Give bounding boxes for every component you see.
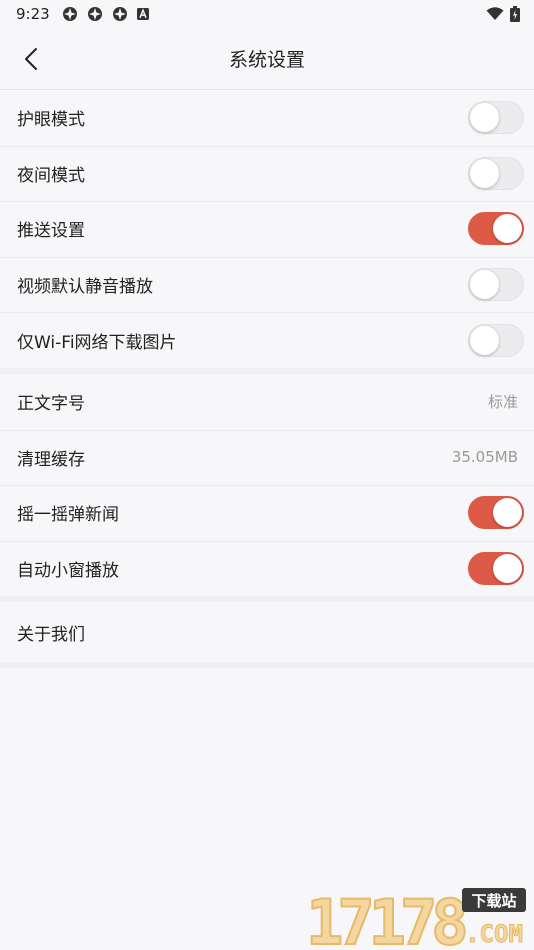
setting-row-shake-news[interactable]: 摇一摇弹新闻 xyxy=(0,485,534,541)
app-notification-icon xyxy=(112,7,127,21)
toggle-knob xyxy=(470,158,499,188)
status-time: 9:23 xyxy=(16,5,50,23)
page-title: 系统设置 xyxy=(228,49,305,71)
app-notification-icon xyxy=(87,7,102,21)
setting-label: 关于我们 xyxy=(17,624,85,645)
settings-group-general: 正文字号 标准 清理缓存 35.05MB 摇一摇弹新闻 自动小窗播放 xyxy=(0,373,534,597)
app-notification-icon xyxy=(62,7,77,21)
setting-label: 护眼模式 xyxy=(17,110,85,131)
setting-label: 清理缓存 xyxy=(17,449,85,470)
battery-icon xyxy=(510,6,520,22)
watermark-badge: 下载站 xyxy=(471,892,516,910)
setting-row-about[interactable]: 关于我们 xyxy=(0,602,534,662)
settings-group-about: 关于我们 xyxy=(0,602,534,663)
settings-group-display: 护眼模式 夜间模式 推送设置 视频默认静音播放 仅Wi-Fi网络下载图片 xyxy=(0,90,534,368)
nav-header: 系统设置 xyxy=(0,28,534,90)
setting-label: 摇一摇弹新闻 xyxy=(17,505,119,526)
toggle-knob xyxy=(493,214,522,244)
status-bar: 9:23 xyxy=(0,0,534,28)
setting-row-font-size[interactable]: 正文字号 标准 xyxy=(0,374,534,430)
shake-news-toggle[interactable] xyxy=(468,496,524,530)
watermark-digits: 17178 xyxy=(306,886,465,950)
toggle-knob xyxy=(493,554,522,584)
setting-row-night-mode[interactable]: 夜间模式 xyxy=(0,145,534,202)
setting-label: 推送设置 xyxy=(17,221,85,242)
setting-label: 自动小窗播放 xyxy=(17,561,119,582)
toggle-knob xyxy=(493,498,522,528)
push-toggle[interactable] xyxy=(468,212,524,246)
setting-row-push[interactable]: 推送设置 xyxy=(0,201,534,257)
setting-label: 正文字号 xyxy=(17,394,85,415)
toggle-knob xyxy=(470,325,499,355)
cache-size-value: 35.05MB xyxy=(451,448,518,467)
wifi-icon xyxy=(486,7,504,20)
setting-label: 视频默认静音播放 xyxy=(17,277,153,298)
toggle-knob xyxy=(470,103,499,133)
a-badge-icon xyxy=(136,8,149,20)
chevron-left-icon xyxy=(25,48,37,70)
wifi-images-toggle[interactable] xyxy=(468,323,524,357)
toggle-knob xyxy=(470,270,499,300)
night-mode-toggle[interactable] xyxy=(468,156,524,190)
eye-protection-toggle[interactable] xyxy=(468,101,524,135)
setting-row-eye-protection[interactable]: 护眼模式 xyxy=(0,90,534,146)
section-divider xyxy=(0,662,534,669)
setting-row-mini-player[interactable]: 自动小窗播放 xyxy=(0,540,534,597)
setting-row-wifi-images[interactable]: 仅Wi-Fi网络下载图片 xyxy=(0,312,534,368)
setting-row-video-mute[interactable]: 视频默认静音播放 xyxy=(0,256,534,313)
setting-label: 夜间模式 xyxy=(17,165,85,186)
watermark-logo: 17178 下载站 .COM xyxy=(305,886,526,950)
setting-row-clear-cache[interactable]: 清理缓存 35.05MB xyxy=(0,429,534,486)
setting-label: 仅Wi-Fi网络下载图片 xyxy=(17,332,177,353)
video-mute-toggle[interactable] xyxy=(468,268,524,302)
mini-player-toggle[interactable] xyxy=(468,552,524,586)
font-size-value: 标准 xyxy=(487,393,518,412)
watermark-domain: .COM xyxy=(465,920,523,948)
back-button[interactable] xyxy=(16,42,46,76)
